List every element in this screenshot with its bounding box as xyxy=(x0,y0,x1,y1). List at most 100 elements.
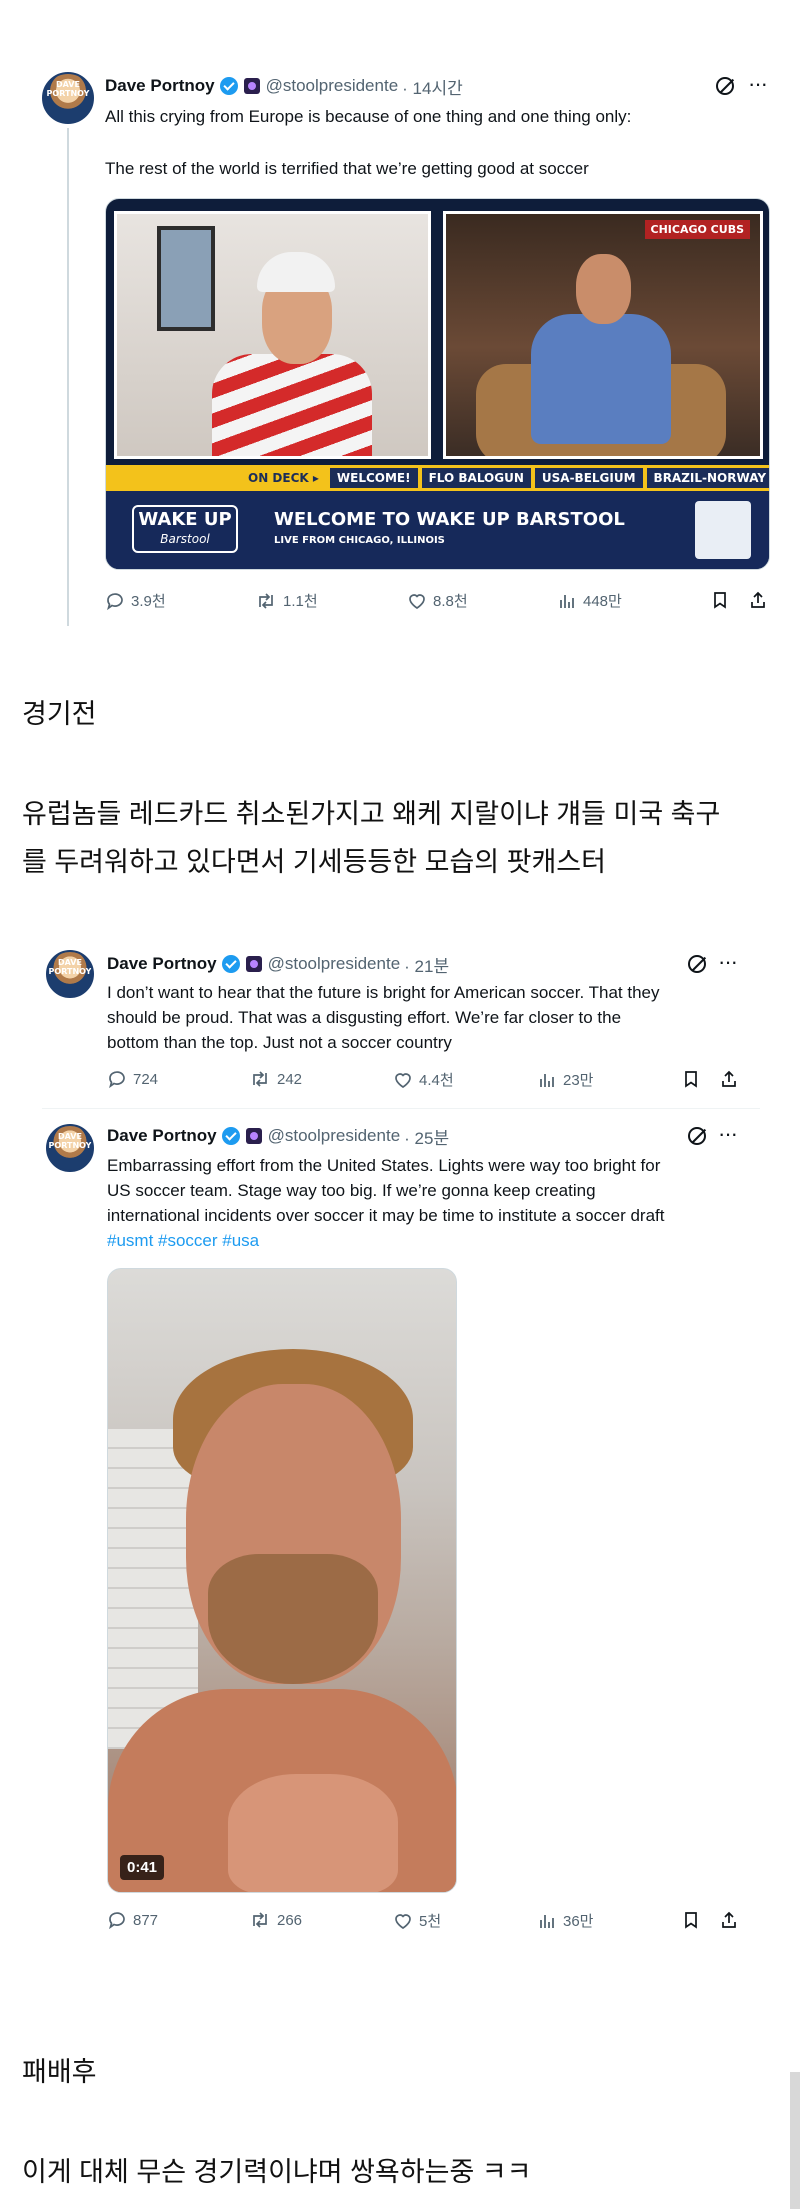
verified-badge-icon xyxy=(221,1127,240,1145)
views-button[interactable]: 36만 xyxy=(537,1910,594,1931)
share-icon xyxy=(722,1070,736,1087)
author-handle[interactable]: @stoolpresidente xyxy=(268,954,401,974)
ticker-ondeck: ON DECK ▸ xyxy=(248,471,319,485)
tweet-2[interactable]: DAVE PORTNOY Dave Portnoy @stoolpresiden… xyxy=(0,930,800,1105)
tweet-header: Dave Portnoy @stoolpresidente · 21분 xyxy=(107,952,449,976)
guest-face xyxy=(576,254,631,324)
ticker-item: BRAZIL-NORWAY xyxy=(646,468,769,488)
reply-button[interactable]: 724 xyxy=(107,1069,158,1089)
repost-count: 1.1천 xyxy=(283,593,318,610)
tweet-text-line-2: The rest of the world is terrified that … xyxy=(105,159,589,178)
reply-icon xyxy=(107,592,123,610)
like-count: 5천 xyxy=(419,1913,442,1930)
repost-button[interactable]: 242 xyxy=(249,1069,302,1089)
banner-subtitle: LIVE FROM CHICAGO, ILLINOIS xyxy=(274,535,445,546)
like-count: 4.4천 xyxy=(419,1072,454,1089)
cap xyxy=(257,252,335,292)
grok-icon[interactable] xyxy=(686,953,708,975)
tweet-time[interactable]: · 25분 xyxy=(404,1124,449,1149)
logo-sub: Barstool xyxy=(160,532,210,546)
more-icon[interactable]: ··· xyxy=(718,1123,738,1145)
bookmark-button[interactable] xyxy=(681,1910,707,1930)
tweet-1[interactable]: DAVE PORTNOY Dave Portnoy @stoolpresiden… xyxy=(0,0,800,630)
reply-icon xyxy=(109,1071,125,1089)
repost-button[interactable]: 266 xyxy=(249,1910,302,1930)
striped-shirt xyxy=(212,354,372,456)
ticker-item: WELCOME! xyxy=(329,468,418,488)
author-name[interactable]: Dave Portnoy xyxy=(105,76,215,96)
like-button[interactable]: 4.4천 xyxy=(393,1069,454,1090)
repost-count: 266 xyxy=(277,1911,303,1929)
banner-graphic xyxy=(695,501,751,559)
tweet-header: Dave Portnoy @stoolpresidente · 14시간 xyxy=(105,74,463,98)
author-name[interactable]: Dave Portnoy xyxy=(107,1126,217,1146)
repost-icon xyxy=(259,592,273,609)
tweet-hashtags[interactable]: #usmt #soccer #usa xyxy=(107,1228,259,1253)
views-button[interactable]: 23만 xyxy=(537,1069,594,1090)
heart-icon xyxy=(395,1072,411,1088)
caption-description-line-1: 유럽놈들 레드카드 취소된가지고 왜케 지랄이냐 걔들 미국 축구 xyxy=(22,799,721,829)
grok-icon[interactable] xyxy=(714,75,736,97)
author-name[interactable]: Dave Portnoy xyxy=(107,954,217,974)
tweet-time[interactable]: · 14시간 xyxy=(402,74,463,99)
share-button[interactable] xyxy=(719,1910,745,1930)
share-button[interactable] xyxy=(748,590,774,610)
views-icon xyxy=(540,1073,554,1087)
tweet-header: Dave Portnoy @stoolpresidente · 25분 xyxy=(107,1124,449,1148)
tweet-actions: 724 242 4.4천 23만 xyxy=(107,1067,747,1093)
news-ticker: ON DECK ▸ WELCOME! FLO BALOGUN USA-BELGI… xyxy=(106,465,769,491)
tweet-video[interactable]: 0:41 xyxy=(107,1268,457,1893)
more-icon[interactable]: ··· xyxy=(718,951,738,973)
reply-icon xyxy=(109,1912,125,1930)
person-beard xyxy=(208,1554,378,1684)
wake-up-logo: WAKE UP Barstool xyxy=(132,505,238,553)
reply-count: 724 xyxy=(133,1070,159,1088)
ticker-item: USA-BELGIUM xyxy=(534,468,643,488)
share-button[interactable] xyxy=(719,1069,745,1089)
verified-badge-icon xyxy=(221,955,240,973)
views-count: 36만 xyxy=(563,1913,594,1930)
scrollbar-thumb[interactable] xyxy=(790,2072,800,2209)
banner-title: WELCOME TO WAKE UP BARSTOOL xyxy=(274,509,625,530)
bookmark-button[interactable] xyxy=(710,590,736,610)
author-handle[interactable]: @stoolpresidente xyxy=(268,1126,401,1146)
more-icon[interactable]: ··· xyxy=(748,73,768,95)
repost-button[interactable]: 1.1천 xyxy=(255,590,318,611)
cubs-sign: CHICAGO CUBS xyxy=(644,220,750,239)
person-hands xyxy=(228,1774,398,1892)
repost-count: 242 xyxy=(277,1070,303,1088)
like-button[interactable]: 5천 xyxy=(393,1910,441,1931)
like-button[interactable]: 8.8천 xyxy=(407,590,468,611)
avatar-text: DAVE PORTNOY xyxy=(46,80,90,98)
caption-after: 패배후 xyxy=(22,2057,97,2087)
video-duration: 0:41 xyxy=(120,1855,165,1880)
ticker-item: FLO BALOGUN xyxy=(421,468,531,488)
reply-button[interactable]: 877 xyxy=(107,1910,158,1930)
tweet-time[interactable]: · 21분 xyxy=(404,952,449,977)
thread-line xyxy=(67,128,69,626)
avatar[interactable]: DAVE PORTNOY xyxy=(46,1124,94,1172)
avatar[interactable]: DAVE PORTNOY xyxy=(46,950,94,998)
bookmark-button[interactable] xyxy=(681,1069,707,1089)
lower-third-banner: WAKE UP Barstool WELCOME TO WAKE UP BARS… xyxy=(106,491,769,569)
grok-icon[interactable] xyxy=(686,1125,708,1147)
tweet-text-line-3: bottom than the top. Just not a soccer c… xyxy=(107,1033,452,1052)
views-button[interactable]: 448만 xyxy=(557,590,622,611)
tweet-actions: 3.9천 1.1천 8.8천 448만 xyxy=(105,588,770,614)
tweet-image[interactable]: CHICAGO CUBS ON DECK ▸ WELCOME! FLO BALO… xyxy=(105,198,770,570)
affiliation-badge-icon[interactable] xyxy=(245,1128,262,1144)
author-handle[interactable]: @stoolpresidente xyxy=(266,76,399,96)
repost-icon xyxy=(253,1071,267,1087)
window xyxy=(157,226,215,331)
reply-button[interactable]: 3.9천 xyxy=(105,590,166,611)
avatar[interactable]: DAVE PORTNOY xyxy=(42,72,94,124)
views-count: 23만 xyxy=(563,1072,594,1089)
caption-reaction: 이게 대체 무슨 경기력이냐며 쌍욕하는중 ㅋㅋ xyxy=(22,2157,532,2187)
tweet-text-line-3: international incidents over soccer it m… xyxy=(107,1206,665,1225)
tweet-actions: 877 266 5천 36만 xyxy=(107,1908,747,1934)
caption-description-line-2: 를 두려워하고 있다면서 기세등등한 모습의 팟캐스터 xyxy=(22,847,606,877)
tweet-text-line-1: I don’t want to hear that the future is … xyxy=(107,983,660,1002)
views-count: 448만 xyxy=(583,593,622,610)
affiliation-badge-icon[interactable] xyxy=(243,78,260,94)
affiliation-badge-icon[interactable] xyxy=(245,956,262,972)
